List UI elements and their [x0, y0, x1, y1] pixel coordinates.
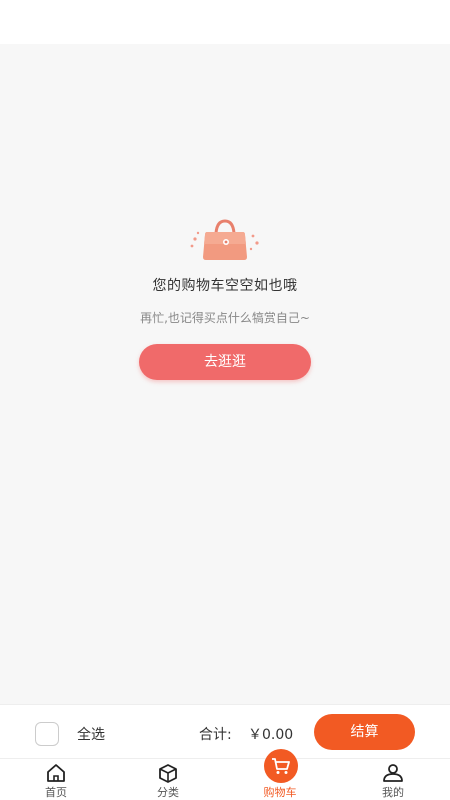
checkout-bar: 全选 合计: ￥0.00 结算: [0, 704, 450, 758]
tab-cart[interactable]: 购物车: [240, 749, 320, 800]
tab-cart-label: 购物车: [263, 786, 297, 799]
total-label: 合计:: [199, 727, 232, 743]
tab-category[interactable]: 分类: [128, 759, 208, 800]
select-all-label[interactable]: 全选: [77, 724, 105, 744]
user-icon: [381, 763, 405, 783]
select-all-checkbox[interactable]: [35, 722, 59, 746]
cart-content: 您的购物车空空如也哦 再忙,也记得买点什么犒赏自己~ 去逛逛: [0, 44, 450, 704]
total-amount: ￥0.00: [248, 727, 294, 743]
empty-cart-subtitle: 再忙,也记得买点什么犒赏自己~: [140, 311, 310, 325]
tab-home-label: 首页: [45, 786, 67, 799]
tab-category-label: 分类: [157, 786, 179, 799]
empty-cart-title: 您的购物车空空如也哦: [152, 278, 298, 294]
shopping-bag-icon: [189, 219, 261, 263]
home-icon: [44, 763, 68, 783]
box-icon: [156, 763, 180, 783]
cart-icon: [264, 749, 298, 783]
status-bar: [0, 0, 450, 44]
go-shopping-button[interactable]: 去逛逛: [139, 344, 311, 380]
tab-home[interactable]: 首页: [16, 759, 96, 800]
empty-cart-state: 您的购物车空空如也哦 再忙,也记得买点什么犒赏自己~ 去逛逛: [0, 219, 450, 380]
bottom-tab-bar: 首页 分类 购物车 我的: [0, 749, 450, 800]
checkout-button[interactable]: 结算: [314, 714, 415, 750]
tab-me[interactable]: 我的: [353, 759, 433, 800]
tab-me-label: 我的: [382, 786, 404, 799]
